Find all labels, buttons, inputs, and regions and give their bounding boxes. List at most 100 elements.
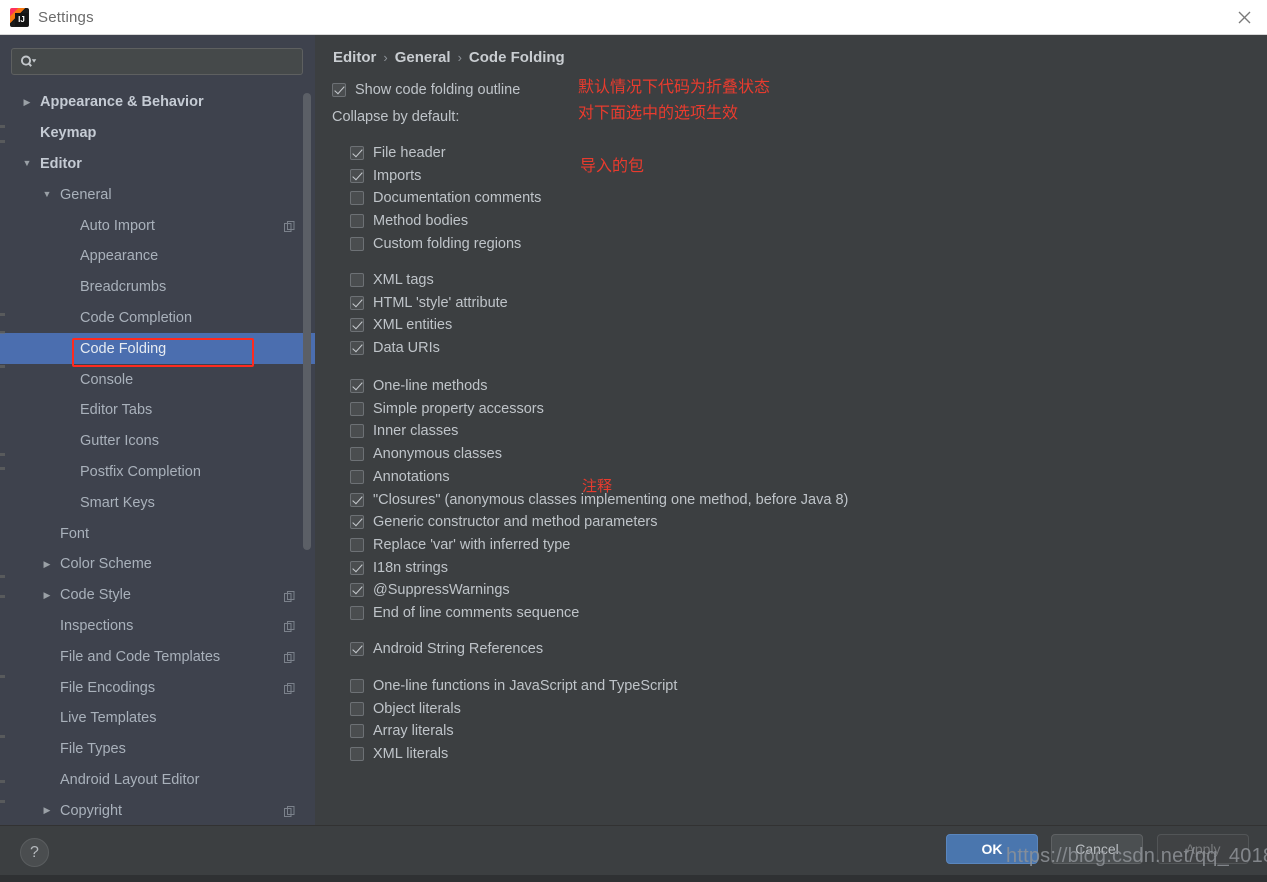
sidebar-item-live-templates[interactable]: Live Templates [0, 703, 315, 734]
checkbox-indicator [332, 83, 346, 97]
checkbox-xml-literals[interactable]: XML literals [350, 746, 448, 762]
checkbox-label: One-line methods [373, 378, 488, 394]
sidebar-item-general[interactable]: ▼ General [0, 179, 315, 210]
checkbox-indicator [350, 214, 364, 229]
checkbox-suppresswarnings[interactable]: @SuppressWarnings [350, 582, 510, 598]
sidebar-scrollbar-thumb[interactable] [303, 93, 311, 550]
sidebar-item-console[interactable]: Console [0, 364, 315, 395]
sidebar-item-label: Gutter Icons [80, 433, 159, 450]
bottom-edge-strip [0, 875, 1267, 882]
sidebar-item-code-style[interactable]: ▶ Code Style [0, 580, 315, 611]
checkbox-data-uris[interactable]: Data URIs [350, 340, 440, 356]
checkbox-anonymous-classes[interactable]: Anonymous classes [350, 446, 502, 462]
sidebar-item-file-types[interactable]: File Types [0, 734, 315, 765]
sidebar-item-postfix-completion[interactable]: Postfix Completion [0, 457, 315, 488]
breadcrumb-item-editor[interactable]: Editor [333, 49, 376, 66]
checkbox-indicator [350, 679, 364, 693]
sidebar-item-editor[interactable]: ▼ Editor [0, 149, 315, 180]
sidebar-item-keymap[interactable]: Keymap [0, 118, 315, 149]
sidebar-item-inspections[interactable]: Inspections [0, 611, 315, 642]
search-box[interactable] [11, 48, 303, 75]
sidebar-item-android-layout-editor[interactable]: Android Layout Editor [0, 765, 315, 796]
chevron-right-icon[interactable]: ▶ [39, 590, 55, 600]
sidebar-item-label: Editor [40, 155, 82, 172]
sidebar-item-copyright[interactable]: ▶ Copyright [0, 795, 315, 825]
checkbox-file-header[interactable]: File header [350, 145, 446, 161]
window-title: Settings [38, 8, 94, 26]
sidebar-item-auto-import[interactable]: Auto Import [0, 210, 315, 241]
checkbox-indicator [350, 379, 364, 393]
sidebar-item-label: Android Layout Editor [60, 771, 200, 788]
settings-dialog: IJ Settings ▶ Appearance & Behavior Keym… [0, 0, 1267, 882]
checkbox-xml-entities[interactable]: XML entities [350, 317, 452, 333]
settings-tree[interactable]: ▶ Appearance & Behavior Keymap ▼ Editor ▼ Gene… [0, 87, 315, 825]
sidebar-item-file-and-code-templates[interactable]: File and Code Templates [0, 641, 315, 672]
sidebar-item-file-encodings[interactable]: File Encodings [0, 672, 315, 703]
chevron-right-icon[interactable]: ▶ [39, 559, 55, 569]
chevron-right-icon[interactable]: ▶ [39, 806, 55, 815]
checkbox-indicator [350, 469, 364, 484]
help-button[interactable]: ? [20, 838, 49, 867]
chevron-down-icon[interactable]: ▼ [39, 190, 55, 199]
search-input[interactable] [37, 54, 302, 69]
checkbox-array-literals[interactable]: Array literals [350, 723, 454, 739]
checkbox-indicator [350, 642, 364, 656]
sidebar-item-editor-tabs[interactable]: Editor Tabs [0, 395, 315, 426]
checkbox-i18n-strings[interactable]: I18n strings [350, 560, 448, 576]
checkbox-documentation-comments[interactable]: Documentation comments [350, 190, 541, 206]
breadcrumb-item-general[interactable]: General [395, 49, 451, 66]
checkbox-custom-folding-regions[interactable]: Custom folding regions [350, 236, 521, 252]
sidebar-item-code-completion[interactable]: Code Completion [0, 303, 315, 334]
checkbox-label: One-line functions in JavaScript and Typ… [373, 678, 678, 694]
checkbox-indicator [350, 295, 364, 310]
checkbox-indicator [350, 168, 364, 183]
checkbox-simple-property-accessors[interactable]: Simple property accessors [350, 401, 544, 417]
checkbox-indicator [350, 318, 364, 333]
checkbox-xml-tags[interactable]: XML tags [350, 272, 434, 288]
checkbox-label: Object literals [373, 700, 461, 717]
checkbox-label: Imports [373, 167, 422, 184]
chevron-down-icon[interactable]: ▼ [19, 159, 35, 168]
checkbox-label: Replace 'var' with inferred type [373, 536, 571, 553]
sidebar-item-label: Appearance & Behavior [40, 94, 204, 111]
sidebar-item-color-scheme[interactable]: ▶ Color Scheme [0, 549, 315, 580]
checkbox-android-string-references[interactable]: Android String References [350, 641, 543, 657]
checkbox-one-line-functions-in-javascript-and-typescript[interactable]: One-line functions in JavaScript and Typ… [350, 678, 677, 694]
sidebar-item-label: Code Folding [80, 340, 167, 357]
checkbox-generic-constructor-and-method-parameters[interactable]: Generic constructor and method parameter… [350, 514, 658, 530]
checkbox-method-bodies[interactable]: Method bodies [350, 213, 468, 229]
checkbox-replace-var-with-inferred-type[interactable]: Replace 'var' with inferred type [350, 537, 570, 553]
checkbox-show-code-folding-outline[interactable]: Show code folding outline [332, 82, 520, 98]
sidebar-item-label: Breadcrumbs [80, 279, 167, 296]
sidebar-item-label: Code Completion [80, 309, 193, 326]
sidebar-item-code-folding[interactable]: Code Folding [0, 333, 315, 365]
checkbox-label: HTML 'style' attribute [373, 294, 508, 311]
intellij-idea-icon: IJ [10, 7, 29, 27]
checkbox-indicator [350, 701, 364, 716]
sidebar-item-smart-keys[interactable]: Smart Keys [0, 487, 315, 518]
checkbox-label: File header [373, 145, 446, 161]
checkbox-one-line-methods[interactable]: One-line methods [350, 378, 487, 394]
settings-content-panel: Editor › General › Code Folding Show cod… [315, 35, 1267, 825]
chevron-right-icon[interactable]: ▶ [19, 97, 35, 107]
checkbox-annotations[interactable]: Annotations [350, 469, 450, 485]
sidebar-item-label: Live Templates [60, 710, 157, 727]
checkbox-indicator [350, 492, 364, 507]
checkbox-label: Method bodies [373, 213, 469, 230]
checkbox-html-style-attribute[interactable]: HTML 'style' attribute [350, 295, 508, 311]
checkbox-label: End of line comments sequence [373, 605, 580, 621]
checkbox-indicator [350, 747, 364, 762]
checkbox-end-of-line-comments-sequence[interactable]: End of line comments sequence [350, 605, 579, 621]
sidebar-item-breadcrumbs[interactable]: Breadcrumbs [0, 272, 315, 303]
sidebar-item-appearance[interactable]: Appearance [0, 241, 315, 272]
sidebar-item-font[interactable]: Font [0, 518, 315, 549]
checkbox-object-literals[interactable]: Object literals [350, 701, 461, 717]
checkbox-inner-classes[interactable]: Inner classes [350, 423, 458, 439]
sidebar-item-label: File and Code Templates [60, 648, 221, 665]
close-icon[interactable] [1221, 0, 1267, 34]
scope-copy-icon [284, 651, 295, 664]
sidebar-item-gutter-icons[interactable]: Gutter Icons [0, 426, 315, 457]
checkbox-imports[interactable]: Imports [350, 168, 421, 184]
sidebar-item-label: File Encodings [60, 679, 156, 696]
sidebar-item-appearance-behavior[interactable]: ▶ Appearance & Behavior [0, 87, 315, 118]
